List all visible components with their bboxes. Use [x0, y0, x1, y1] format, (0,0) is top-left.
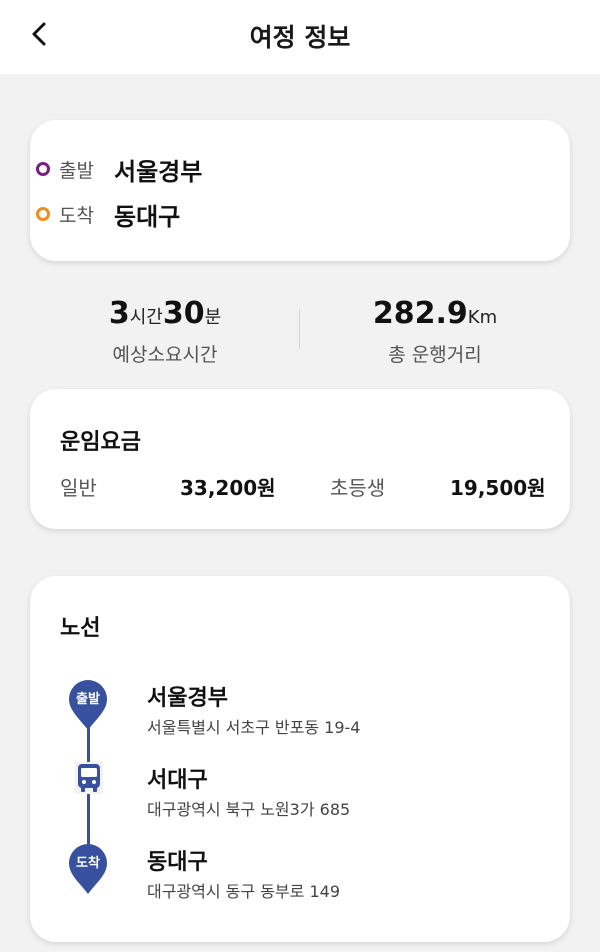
departure-terminal: 서울경부: [114, 157, 203, 186]
distance-value: 282.9: [372, 296, 468, 331]
distance-label: 총 운행거리: [388, 344, 482, 366]
stop-name: 서울경부: [147, 686, 228, 711]
bus-icon: [75, 762, 103, 794]
page-title: 여정 정보: [249, 23, 351, 52]
arrival-dot-icon: [36, 207, 50, 221]
fare-child-value: 19,500원: [450, 476, 546, 500]
stat-divider: [299, 309, 300, 349]
stop-name: 동대구: [147, 850, 208, 875]
app-header: 여정 정보: [0, 0, 600, 74]
stop-address: 대구광역시 동구 동부로 149: [147, 882, 340, 901]
fare-child-label: 초등생: [330, 476, 386, 500]
fare-adult-value: 33,200원: [180, 476, 276, 500]
stop-address: 서울특별시 서초구 반포동 19-4: [147, 718, 361, 737]
distance-stat: 282.9Km 총 운행거리: [310, 296, 560, 367]
duration-minutes-unit: 분: [204, 307, 222, 328]
route-card: [30, 120, 570, 261]
departure-pin-label: 출발: [76, 692, 100, 707]
arrival-pin-label: 도착: [76, 856, 100, 871]
fare-adult-label: 일반: [60, 476, 97, 500]
departure-row: 출발 서울경부: [36, 154, 203, 186]
departure-pin-icon: 출발: [68, 679, 108, 731]
stop-address: 대구광역시 북구 노원3가 685: [147, 800, 351, 819]
arrival-label: 도착: [59, 204, 94, 227]
departure-dot-icon: [36, 162, 50, 176]
fare-title: 운임요금: [60, 430, 141, 455]
arrival-terminal: 동대구: [114, 202, 181, 231]
duration-label: 예상소요시간: [112, 344, 218, 366]
fare-card: 운임요금 일반 33,200원 초등생 19,500원: [30, 389, 570, 529]
line-title: 노선: [60, 616, 101, 641]
duration-minutes: 30: [162, 296, 205, 331]
duration-stat: 3시간30분 예상소요시간: [40, 296, 290, 367]
arrival-pin-icon: 도착: [68, 843, 108, 895]
stop-name: 서대구: [147, 768, 208, 793]
arrival-row: 도착 동대구: [36, 199, 181, 231]
distance-unit: Km: [467, 307, 498, 328]
departure-label: 출발: [59, 159, 94, 182]
duration-hours: 3: [108, 296, 130, 331]
duration-hours-unit: 시간: [129, 307, 163, 328]
